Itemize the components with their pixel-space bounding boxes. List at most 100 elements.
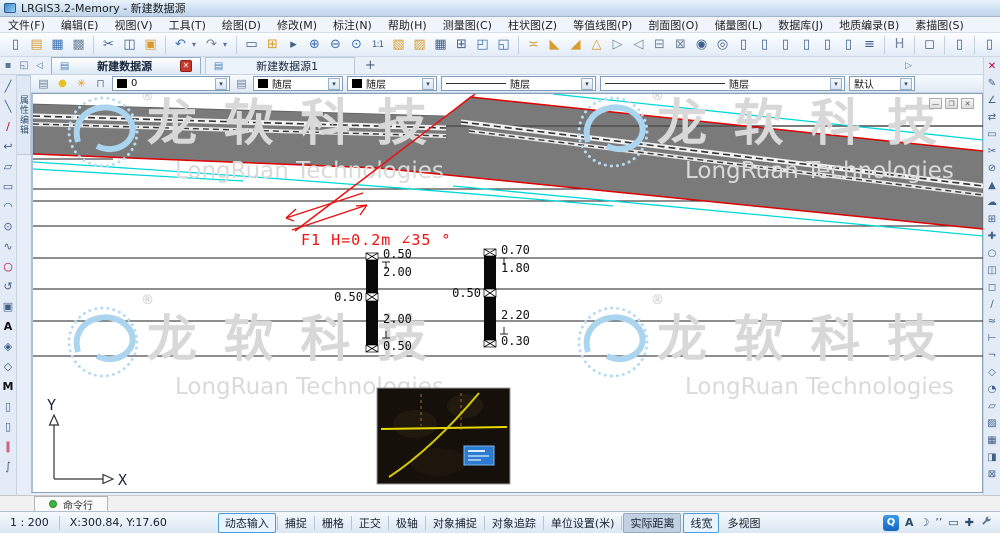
- curve-icon[interactable]: ∫: [5, 458, 11, 476]
- copy-icon[interactable]: ◫: [120, 35, 139, 54]
- chevron-down-icon[interactable]: ▾: [581, 78, 593, 90]
- multiline-icon[interactable]: ∕: [6, 118, 10, 136]
- dynamic-input-toggle[interactable]: 动态输入: [218, 513, 276, 533]
- page2-icon[interactable]: ▯: [755, 35, 774, 54]
- explode-icon[interactable]: ⊠: [988, 467, 996, 483]
- page7-icon[interactable]: ▯: [950, 35, 969, 54]
- measure-icon[interactable]: ≍: [524, 35, 543, 54]
- sheet-icon[interactable]: ≡: [860, 35, 879, 54]
- table-tool-icon[interactable]: ▦: [431, 35, 450, 54]
- save-icon[interactable]: ▦: [48, 35, 67, 54]
- pan-icon[interactable]: ⊞: [263, 35, 282, 54]
- boundary-icon[interactable]: ◨: [987, 450, 996, 466]
- menu-reserve-map[interactable]: 储量图(L): [715, 17, 763, 33]
- undo-caret-icon[interactable]: ▾: [192, 40, 200, 49]
- rectangle-icon[interactable]: ▭: [3, 178, 13, 196]
- menu-file[interactable]: 文件(F): [8, 17, 45, 33]
- hatch-fill-icon[interactable]: ▨: [987, 416, 996, 432]
- menu-modify[interactable]: 修改(M): [277, 17, 317, 33]
- page4-icon[interactable]: ▯: [797, 35, 816, 54]
- units-setting-button[interactable]: 单位设置(米): [545, 514, 621, 532]
- real-distance-toggle[interactable]: 实际距离: [623, 513, 681, 533]
- menu-sketch-map[interactable]: 素描图(S): [915, 17, 964, 33]
- cloud-icon[interactable]: ☁: [987, 195, 997, 211]
- chevron-down-icon[interactable]: ▾: [900, 78, 912, 90]
- page3-icon[interactable]: ▯: [776, 35, 795, 54]
- target-icon[interactable]: ◉: [692, 35, 711, 54]
- frame-icon[interactable]: ◻: [920, 35, 939, 54]
- page8-icon[interactable]: ▯: [980, 35, 999, 54]
- lineweight-combo[interactable]: 随层 ▾: [600, 76, 845, 91]
- corner-tool-icon[interactable]: ✕: [988, 59, 996, 75]
- lineweight-toggle[interactable]: 线宽: [683, 513, 719, 533]
- properties-panel-vtab[interactable]: 属性编辑: [17, 75, 31, 155]
- new-tab-button[interactable]: +: [365, 58, 376, 73]
- layer-combo[interactable]: 0 ▾: [112, 76, 230, 91]
- text-icon[interactable]: A: [4, 318, 13, 336]
- extend-icon[interactable]: ⊢: [988, 331, 997, 347]
- menu-histogram[interactable]: 柱状图(Z): [508, 17, 557, 33]
- tab-datasource-2[interactable]: ▤ 新建数据源1: [205, 57, 355, 74]
- circle-icon[interactable]: ⊙: [3, 218, 12, 236]
- moon-icon[interactable]: ☽: [920, 516, 930, 529]
- color-combo[interactable]: 随层 ▾: [253, 76, 343, 91]
- layer-states-icon[interactable]: ▤: [234, 77, 249, 90]
- chevron-down-icon[interactable]: ▾: [328, 78, 340, 90]
- borehole-column-2[interactable]: 0.70 1.80 2.20 0.30 0.50: [452, 243, 530, 348]
- page6-icon[interactable]: ▯: [839, 35, 858, 54]
- zoom-1to1-icon[interactable]: 1:1: [368, 35, 387, 54]
- ortho-toggle[interactable]: 正交: [353, 514, 387, 532]
- text-style-icon[interactable]: A: [905, 516, 914, 529]
- menu-contour-map[interactable]: 等值线图(P): [573, 17, 632, 33]
- mirror-icon[interactable]: ▲: [988, 178, 996, 194]
- tab-scroll-right[interactable]: ▷: [901, 61, 916, 71]
- flag-icon[interactable]: ▷: [608, 35, 627, 54]
- segment-icon[interactable]: ∕: [990, 297, 993, 313]
- scissors-icon[interactable]: ✂: [988, 144, 996, 160]
- scale-icon[interactable]: ◻: [988, 280, 996, 296]
- zoom-extents-icon[interactable]: ⊙: [347, 35, 366, 54]
- menu-edit[interactable]: 编辑(E): [61, 17, 99, 33]
- flag2-icon[interactable]: ◁: [629, 35, 648, 54]
- tab-close-icon[interactable]: ✕: [180, 60, 192, 72]
- spline-icon[interactable]: ∿: [3, 238, 12, 256]
- multi-view-toggle[interactable]: 多视图: [721, 514, 766, 532]
- paste-icon[interactable]: ▣: [141, 35, 160, 54]
- move-icon[interactable]: ✚: [988, 229, 996, 245]
- menu-tools[interactable]: 工具(T): [169, 17, 206, 33]
- chevron-down-icon[interactable]: ▾: [215, 78, 227, 90]
- chevron-down-icon[interactable]: ▾: [830, 78, 842, 90]
- grid-toggle[interactable]: 栅格: [316, 514, 350, 532]
- tab-datasource-1[interactable]: ▤ 新建数据源 ✕: [51, 57, 201, 74]
- viewport-icon[interactable]: ◰: [473, 35, 492, 54]
- rotate-icon[interactable]: ○: [988, 246, 997, 262]
- zoom-in-icon[interactable]: ⊕: [305, 35, 324, 54]
- slope2-icon[interactable]: ◢: [566, 35, 585, 54]
- object-track-toggle[interactable]: 对象追踪: [486, 514, 542, 532]
- join-icon[interactable]: ¬: [988, 348, 996, 364]
- angle-icon[interactable]: ∠: [988, 93, 997, 109]
- redo-caret-icon[interactable]: ▾: [223, 40, 231, 49]
- line-icon[interactable]: ╱: [5, 78, 12, 96]
- triangle-tool-icon[interactable]: △: [587, 35, 606, 54]
- wrench-icon[interactable]: [980, 515, 992, 530]
- swap-icon[interactable]: ⇄: [988, 110, 996, 126]
- menu-database[interactable]: 数据库(J): [778, 17, 823, 33]
- layer-on-bulb-icon[interactable]: ●: [55, 78, 70, 89]
- zoom-out-icon[interactable]: ⊖: [326, 35, 345, 54]
- fillet-icon[interactable]: ◔: [988, 382, 997, 398]
- menu-view[interactable]: 视图(V): [114, 17, 152, 33]
- screen-icon[interactable]: ▭: [948, 516, 958, 529]
- box-minus-icon[interactable]: ⊟: [650, 35, 669, 54]
- linetype-combo[interactable]: 随层 ▾: [441, 76, 596, 91]
- viewport2-icon[interactable]: ◱: [494, 35, 513, 54]
- mtext-icon[interactable]: M: [3, 378, 14, 396]
- redo-icon[interactable]: ↷: [202, 35, 221, 54]
- polyline-icon[interactable]: ╲: [5, 98, 12, 116]
- cut-icon[interactable]: ✂: [99, 35, 118, 54]
- chevron-down-icon[interactable]: ▾: [422, 78, 434, 90]
- layer-freeze-sun-icon[interactable]: ✳: [74, 77, 89, 90]
- page1-icon[interactable]: ▯: [734, 35, 753, 54]
- move-cross-icon[interactable]: ✚: [965, 516, 974, 529]
- undo-icon[interactable]: ↶: [171, 35, 190, 54]
